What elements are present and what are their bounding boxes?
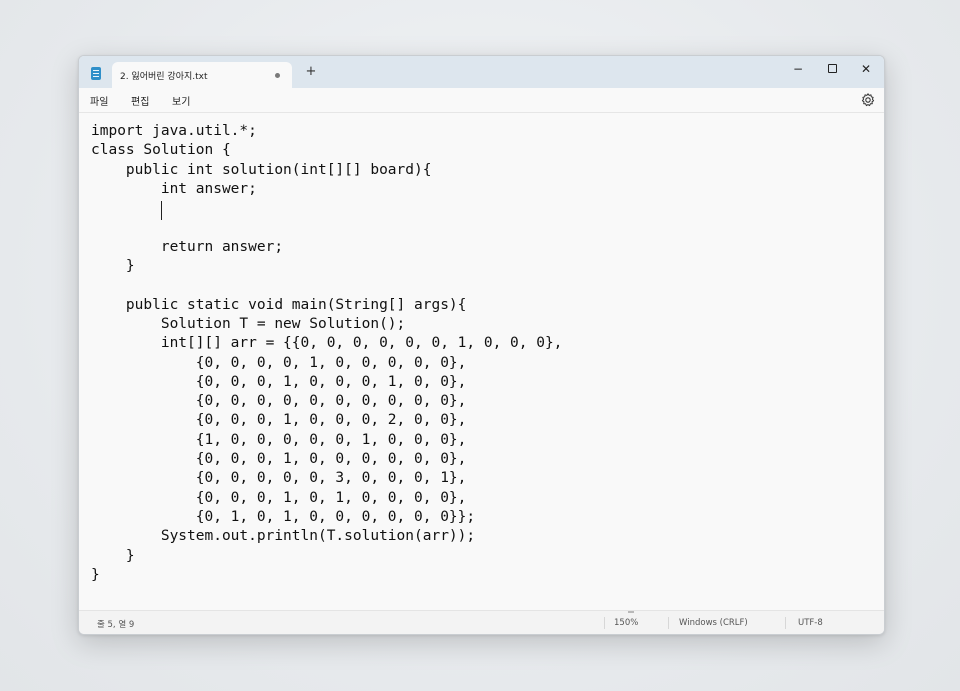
title-bar[interactable]: 2. 잃어버린 강아지.txt + − ✕ xyxy=(79,56,884,88)
maximize-button[interactable] xyxy=(817,59,847,79)
gear-icon[interactable] xyxy=(860,92,876,108)
menu-view[interactable]: 보기 xyxy=(172,93,190,108)
menu-edit[interactable]: 편집 xyxy=(131,93,149,108)
status-divider xyxy=(604,617,605,629)
encoding[interactable]: UTF-8 xyxy=(798,618,823,628)
close-button[interactable]: ✕ xyxy=(851,59,881,79)
menu-file[interactable]: 파일 xyxy=(90,93,108,108)
status-divider xyxy=(668,617,669,629)
notepad-window: 2. 잃어버린 강아지.txt + − ✕ 파일 편집 보기 import ja… xyxy=(78,55,885,635)
tab-file[interactable]: 2. 잃어버린 강아지.txt xyxy=(112,62,292,88)
line-ending[interactable]: Windows (CRLF) xyxy=(679,618,748,628)
editor-content[interactable]: import java.util.*; class Solution { pub… xyxy=(91,122,562,585)
zoom-level[interactable]: 150% xyxy=(614,618,638,628)
minimize-button[interactable]: − xyxy=(783,59,813,79)
menu-bar: 파일 편집 보기 xyxy=(79,88,884,113)
cursor-position[interactable]: 줄 5, 열 9 xyxy=(97,618,134,630)
new-tab-button[interactable]: + xyxy=(303,64,319,80)
unsaved-dot-icon[interactable] xyxy=(275,73,280,78)
text-editor[interactable]: import java.util.*; class Solution { pub… xyxy=(79,113,884,610)
notepad-app-icon xyxy=(91,67,101,80)
tab-title: 2. 잃어버린 강아지.txt xyxy=(120,72,208,82)
text-caret xyxy=(161,201,162,220)
status-bar: 줄 5, 열 9 150% Windows (CRLF) UTF-8 xyxy=(79,610,884,634)
maximize-icon xyxy=(827,64,837,73)
scroll-indicator xyxy=(628,611,634,613)
status-divider xyxy=(785,617,786,629)
